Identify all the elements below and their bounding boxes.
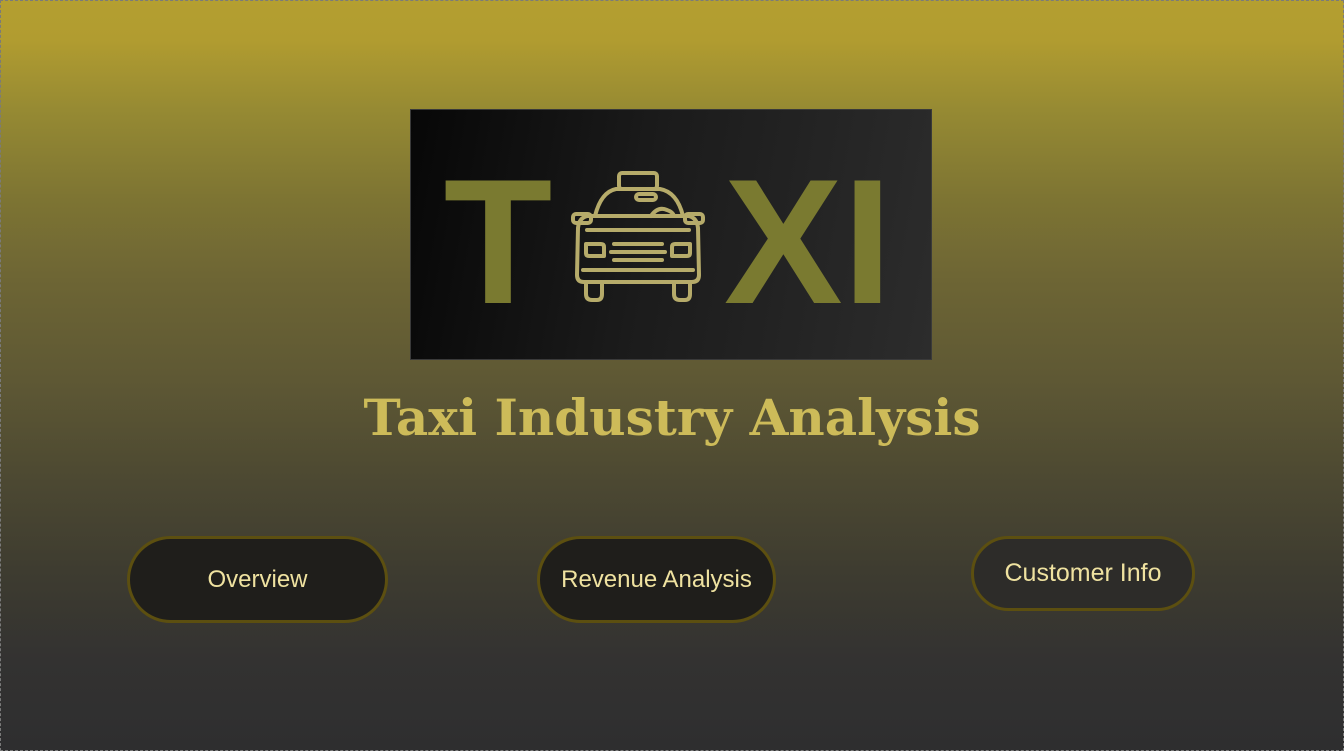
overview-button[interactable]: Overview	[127, 536, 388, 623]
taxi-car-icon	[571, 171, 705, 302]
customer-info-button[interactable]: Customer Info	[971, 536, 1195, 611]
logo-letters-xi: XI	[724, 142, 892, 341]
page-title: Taxi Industry Analysis	[363, 388, 981, 447]
revenue-analysis-button[interactable]: Revenue Analysis	[537, 536, 776, 623]
taxi-logo-graphic: T XI	[444, 142, 892, 341]
taxi-logo: T XI	[410, 109, 932, 360]
logo-letter-t: T	[444, 142, 553, 341]
